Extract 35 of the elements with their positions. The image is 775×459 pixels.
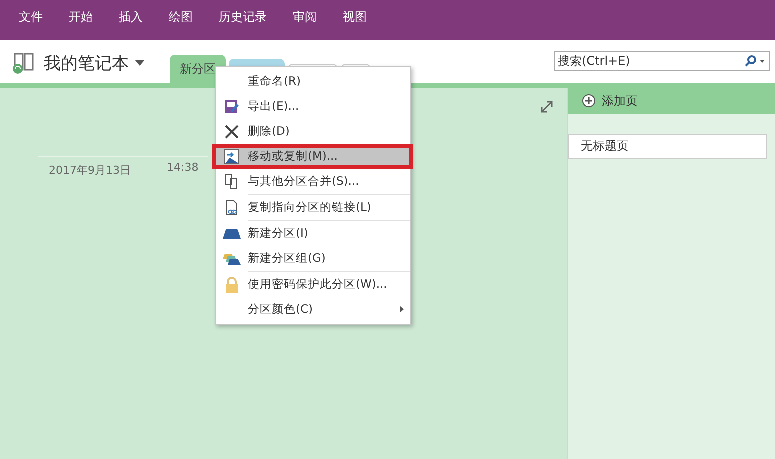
dropdown-caret-icon[interactable] [135,60,145,66]
export-icon [224,98,240,114]
page-date: 2017年9月13日 [49,163,131,178]
menu-item[interactable]: 移动或复制(M)... [212,144,413,169]
menu-item[interactable]: 复制指向分区的链接(L) [216,195,410,220]
section-group-icon [223,252,241,264]
page-item[interactable]: 无标题页 [568,134,767,159]
section-icon [223,228,241,238]
ribbon-tab[interactable]: 插入 [116,8,156,32]
menu-item[interactable]: 与其他分区合并(S)... [216,169,410,194]
add-icon [582,94,596,108]
menu-item[interactable]: 导出(E)... [216,94,410,119]
pages-icon [224,174,240,190]
ribbon-tab[interactable]: 历史记录 [216,8,280,32]
submenu-arrow-icon [400,306,404,313]
notebook-title[interactable]: 我的笔记本 [44,52,129,74]
ribbon-tab[interactable]: 审阅 [290,8,330,32]
expand-icon[interactable] [541,101,553,113]
menu-item[interactable]: 删除(D) [216,119,410,144]
ribbon-tab[interactable]: 开始 [66,8,106,32]
link-icon [224,200,240,216]
lock-icon [225,276,239,292]
menu-item[interactable]: 新建分区(I) [216,221,410,246]
delete-icon [225,124,239,138]
ribbon-tab[interactable]: 绘图 [166,8,206,32]
search-icon[interactable] [744,54,766,66]
move-icon [224,148,240,164]
menu-item[interactable]: 新建分区组(G) [216,246,410,271]
add-page-button[interactable]: 添加页 [568,88,775,114]
menu-item[interactable]: 使用密码保护此分区(W)... [216,272,410,297]
ribbon-tab[interactable]: 文件 [16,8,56,32]
ribbon-tab[interactable]: 视图 [340,8,380,32]
search-field[interactable]: 搜索(Ctrl+E) [554,50,770,70]
menu-item[interactable]: 分区颜色(C) [216,297,410,322]
page-time: 14:38 [167,161,199,174]
